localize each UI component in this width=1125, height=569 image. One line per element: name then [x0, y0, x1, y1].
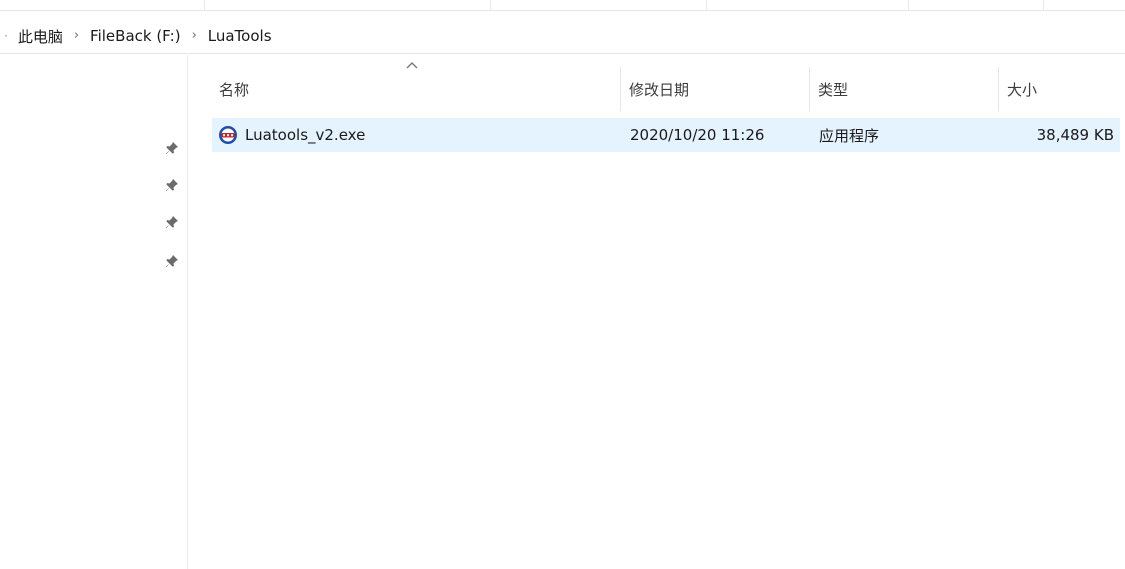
breadcrumb-drive[interactable]: FileBack (F:): [88, 27, 183, 45]
pin-icon[interactable]: [164, 177, 180, 193]
toolbar-segment: [491, 0, 707, 10]
breadcrumb-this-pc[interactable]: 此电脑: [16, 26, 65, 47]
file-row[interactable]: Luatools_v2.exe 2020/10/20 11:26 应用程序 38…: [212, 118, 1120, 152]
file-size-cell: 38,489 KB: [1036, 126, 1114, 144]
column-header-type[interactable]: 类型: [809, 67, 998, 111]
file-name: Luatools_v2.exe: [245, 126, 366, 144]
column-header-row: 名称 修改日期 类型 大小: [0, 67, 1125, 111]
column-header-size[interactable]: 大小: [998, 67, 1120, 111]
pin-icon[interactable]: [164, 214, 180, 230]
file-type-cell: 应用程序: [819, 126, 880, 145]
pin-icon[interactable]: [164, 253, 180, 269]
pin-icon[interactable]: [164, 140, 180, 156]
address-bar-edge-icon: ·: [4, 29, 8, 43]
toolbar-strip: [0, 0, 1125, 11]
file-name-cell[interactable]: Luatools_v2.exe: [218, 118, 618, 152]
toolbar-segment: [909, 0, 1044, 10]
luatools-app-icon: [219, 126, 237, 144]
breadcrumb-chevron-icon[interactable]: ›: [192, 28, 197, 43]
file-modified-cell: 2020/10/20 11:26: [630, 126, 765, 144]
breadcrumb-chevron-icon[interactable]: ›: [74, 28, 79, 43]
toolbar-segment: [0, 0, 205, 10]
column-header-name[interactable]: 名称: [210, 67, 620, 111]
toolbar-segment: [707, 0, 909, 10]
address-bar[interactable]: · 此电脑 › FileBack (F:) › LuaTools: [0, 19, 1125, 54]
breadcrumb-folder[interactable]: LuaTools: [206, 27, 274, 45]
navigation-pane[interactable]: [0, 55, 188, 569]
toolbar-segment: [205, 0, 491, 10]
column-header-modified[interactable]: 修改日期: [620, 67, 809, 111]
